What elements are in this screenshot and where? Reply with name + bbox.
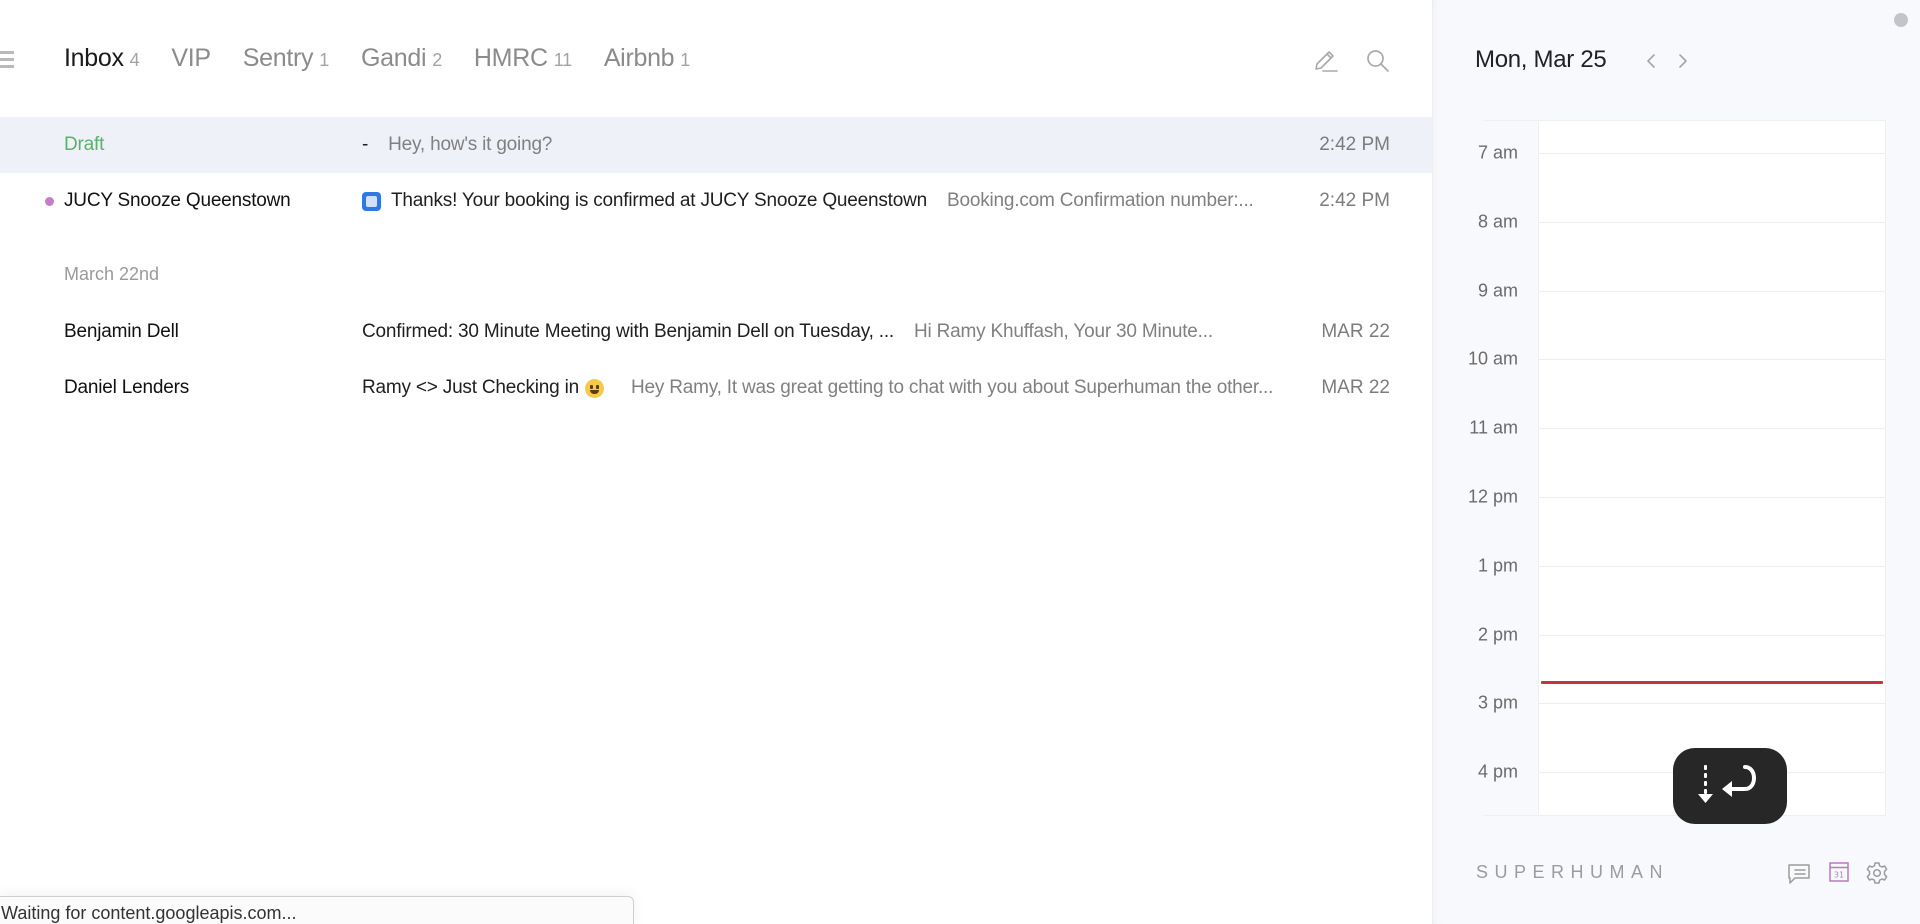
hour-label: 8 am	[1477, 211, 1518, 232]
thread-subject: Confirmed: 30 Minute Meeting with Benjam…	[362, 321, 894, 342]
hour-label: 3 pm	[1477, 692, 1518, 713]
browser-status-bar: Waiting for content.googleapis.com...	[0, 896, 634, 924]
chat-bubble-icon	[1788, 864, 1810, 884]
hamburger-menu-icon[interactable]	[0, 51, 14, 69]
thread-subject-line: - Hey, how's it going?	[362, 134, 552, 156]
calendar-bottom-divider	[1483, 815, 1538, 816]
thread-subject: Thanks! Your booking is confirmed at JUC…	[391, 190, 927, 211]
thread-snippet: Hey Ramy, It was great getting to chat w…	[630, 377, 1274, 398]
hour-gridline	[1539, 428, 1885, 430]
hour-gridline	[1539, 634, 1885, 636]
gear-icon	[1866, 862, 1888, 884]
hour-label: 4 pm	[1477, 761, 1518, 782]
calendar-pane: Mon, Mar 25 7 am 8 am 9 am 10 am 11 am 12 pm 1…	[1432, 0, 1920, 924]
tab-count: 1	[319, 50, 329, 70]
thread-time: MAR 22	[1321, 377, 1390, 398]
mail-pane: Inbox 4 VIP Sentry 1 Gandi 2 HMRC 11 Airbnb 1…	[0, 0, 1432, 924]
current-time-indicator	[1541, 680, 1883, 684]
chevron-left-icon	[1647, 54, 1655, 68]
settings-button[interactable]	[1865, 861, 1889, 885]
next-day-button[interactable]	[1675, 50, 1691, 72]
search-button[interactable]	[1365, 48, 1391, 74]
thread-subject: Ramy <> Just Checking in	[362, 377, 579, 398]
tab-label: VIP	[171, 44, 211, 72]
calendar-top-divider	[1483, 120, 1538, 121]
thread-row[interactable]: JUCY Snooze Queenstown Thanks! Your book…	[0, 173, 1432, 229]
calendar-day-number: 31	[1834, 871, 1844, 880]
thread-subject-line: Ramy <> Just Checking in Hey Ramy, It wa…	[362, 377, 1273, 399]
thread-sender: Daniel Lenders	[64, 377, 190, 398]
calendar-toggle-button[interactable]: 31	[1829, 862, 1849, 882]
hour-gridline	[1539, 359, 1885, 361]
thread-sender: Draft	[64, 134, 105, 155]
hour-label: 12 pm	[1467, 486, 1518, 507]
split-inbox-tabs: Inbox 4 VIP Sentry 1 Gandi 2 HMRC 11 Airbnb 1	[64, 44, 722, 73]
tab-count: 1	[680, 50, 690, 70]
thread-snippet: Booking.com Confirmation number:...	[947, 190, 1254, 211]
calendar-date-title: Mon, Mar 25	[1475, 46, 1607, 73]
previous-day-button[interactable]	[1643, 50, 1659, 72]
calendar-icon: 31	[1829, 862, 1849, 882]
hour-label: 1 pm	[1477, 555, 1518, 576]
day-schedule-grid[interactable]	[1538, 120, 1886, 816]
thread-time: MAR 22	[1321, 321, 1390, 342]
search-icon	[1367, 50, 1389, 72]
tab-label: Sentry	[242, 44, 314, 72]
hour-gridline	[1539, 497, 1885, 498]
thread-time: 2:42 PM	[1319, 134, 1390, 155]
compose-button[interactable]	[1313, 48, 1339, 74]
tab-label: Inbox	[64, 44, 124, 72]
date-group-label: March 22nd	[64, 264, 160, 284]
hour-gridline	[1539, 703, 1885, 705]
hour-gridline	[1539, 290, 1885, 292]
chevron-right-icon	[1679, 54, 1687, 68]
hour-label: 2 pm	[1477, 624, 1518, 645]
tab-count: 4	[129, 50, 140, 70]
hour-label: 11 am	[1469, 417, 1518, 438]
thread-snippet: Hi Ramy Khuffash, Your 30 Minute...	[913, 321, 1213, 342]
tab-airbnb[interactable]: Airbnb 1	[604, 44, 690, 73]
unread-dot	[45, 196, 54, 206]
hour-gridline	[1539, 153, 1885, 154]
thread-row[interactable]: Benjamin Dell Confirmed: 30 Minute Meeti…	[0, 304, 1432, 360]
thread-time: 2:42 PM	[1319, 190, 1390, 211]
tab-count: 2	[432, 50, 442, 70]
grinning-face-emoji-icon	[584, 378, 604, 398]
pencil-icon	[1315, 51, 1338, 72]
tab-hmrc[interactable]: HMRC 11	[474, 44, 572, 73]
tab-vip[interactable]: VIP	[171, 44, 211, 73]
feedback-button[interactable]	[1787, 862, 1811, 886]
app-icon	[362, 191, 381, 211]
thread-snippet: Hey, how's it going?	[388, 134, 553, 155]
hour-gridline	[1539, 221, 1885, 223]
draft-dash: -	[362, 134, 369, 155]
tab-gandi[interactable]: Gandi 2	[361, 44, 442, 73]
tab-label: HMRC	[473, 44, 548, 72]
hour-gridline	[1539, 565, 1885, 567]
connection-status-dot	[1894, 13, 1908, 27]
tab-label: Airbnb	[603, 44, 675, 72]
hour-label: 9 am	[1477, 280, 1518, 301]
tab-count: 11	[553, 50, 572, 70]
tab-label: Gandi	[360, 44, 427, 72]
thread-subject-line: Thanks! Your booking is confirmed at JUC…	[362, 190, 1254, 212]
hour-label: 7 am	[1477, 142, 1518, 163]
thread-sender: JUCY Snooze Queenstown	[64, 190, 291, 211]
thread-row[interactable]: Daniel Lenders Ramy <> Just Checking in …	[0, 360, 1432, 416]
shortcut-hint-button[interactable]	[1673, 748, 1787, 824]
hour-label: 10 am	[1467, 348, 1518, 369]
superhuman-logo: SUPERHUMAN	[1476, 862, 1670, 882]
move-down-enter-icon	[1698, 765, 1756, 803]
tab-sentry[interactable]: Sentry 1	[243, 44, 329, 73]
thread-subject-line: Confirmed: 30 Minute Meeting with Benjam…	[362, 321, 1213, 343]
tab-inbox[interactable]: Inbox 4	[64, 44, 140, 73]
thread-sender: Benjamin Dell	[64, 321, 179, 342]
thread-row-draft[interactable]: Draft - Hey, how's it going? 2:42 PM	[0, 117, 1432, 173]
